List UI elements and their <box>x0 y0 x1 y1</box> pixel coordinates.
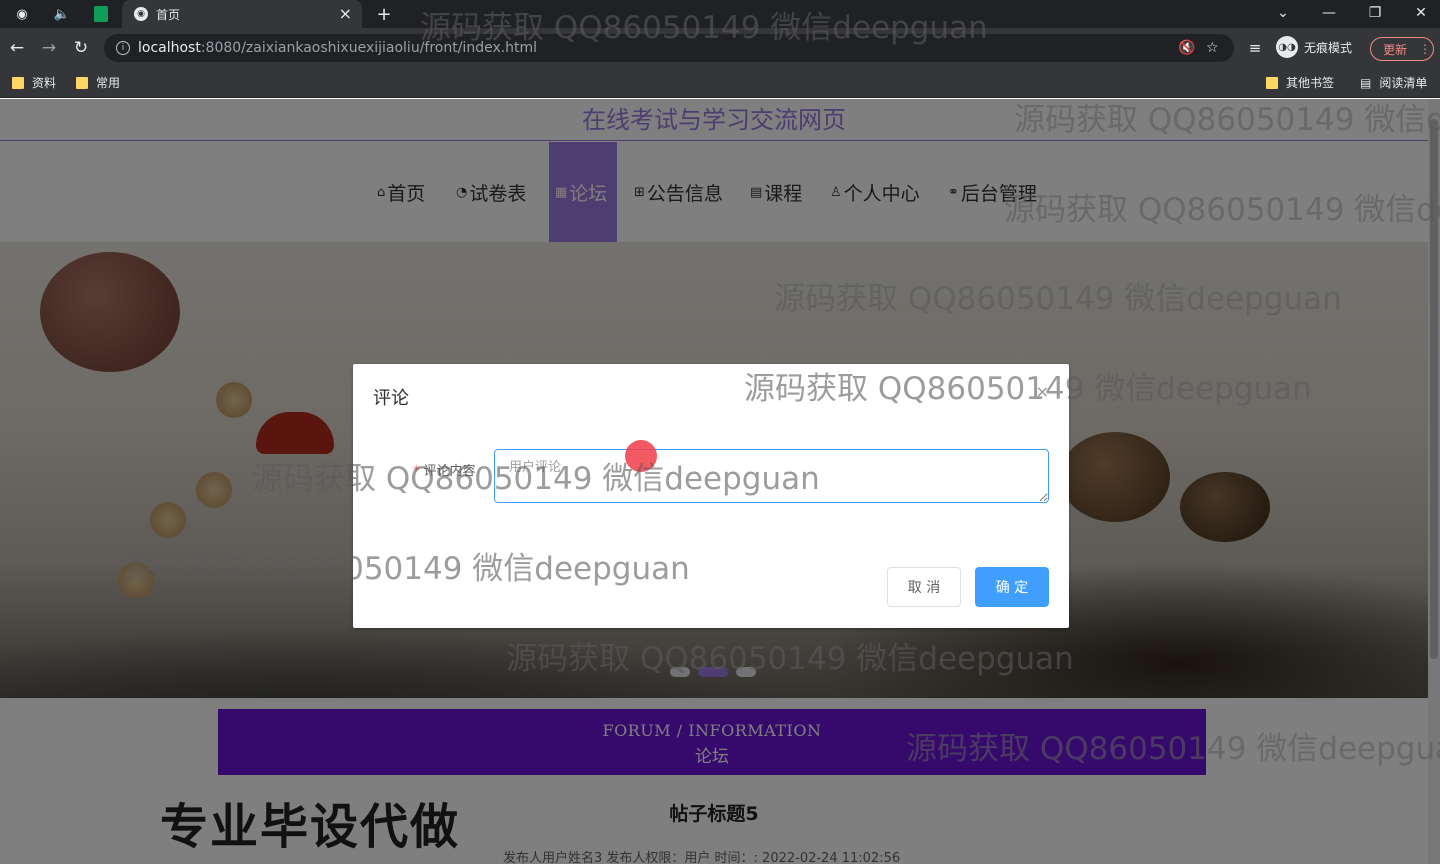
tab-search-icon[interactable]: ⌄ <box>1268 2 1298 24</box>
folder-icon <box>76 76 88 89</box>
mouse-cursor-indicator <box>625 440 657 472</box>
update-button[interactable]: 更新 ⋮ <box>1370 37 1434 61</box>
bookmark-label: 资料 <box>32 76 57 90</box>
browser-logo-icon[interactable]: ◉ <box>12 4 32 24</box>
active-tab[interactable]: ◉ 首页 × <box>122 0 362 28</box>
comment-dialog: 评论 × *评论内容 取 消 确 定 <box>353 364 1069 628</box>
url-host: localhost <box>138 40 201 56</box>
comment-textarea[interactable] <box>494 449 1049 503</box>
incognito-indicator: ◑◑ 无痕模式 <box>1276 36 1352 58</box>
bookmark-folder-ziliao[interactable]: 资料 <box>12 74 56 91</box>
mute-icon[interactable]: 🔈 <box>52 4 72 24</box>
comment-field-label-text: 评论内容 <box>423 464 476 479</box>
sheets-tab-icon[interactable] <box>94 6 108 22</box>
browser-toolbar: ← → ↻ i localhost :8080/zaixiankaoshixue… <box>0 28 1440 68</box>
back-icon[interactable]: ← <box>6 37 28 59</box>
media-control-icon[interactable]: ≡ <box>1244 37 1266 59</box>
comment-field-label: * 评论内容 <box>413 460 476 479</box>
restore-button[interactable]: ❐ <box>1360 2 1390 24</box>
confirm-button[interactable]: 确 定 <box>975 567 1049 607</box>
incognito-icon: ◑◑ <box>1276 36 1298 58</box>
forward-icon[interactable]: → <box>38 37 60 59</box>
bookmarks-bar: 资料 常用 其他书签 ▤ 阅读清单 <box>0 68 1440 98</box>
folder-icon <box>1266 76 1278 89</box>
close-window-button[interactable]: ✕ <box>1406 2 1436 24</box>
close-icon[interactable]: × <box>1036 382 1049 401</box>
tab-close-icon[interactable]: × <box>339 4 352 23</box>
tab-favicon-icon: ◉ <box>134 7 148 21</box>
bookmark-star-icon[interactable]: ☆ <box>1206 40 1219 56</box>
update-label: 更新 <box>1383 42 1408 57</box>
cancel-button[interactable]: 取 消 <box>887 567 961 607</box>
url-path: :8080/zaixiankaoshixuexijiaoliu/front/in… <box>200 40 538 56</box>
tab-title: 首页 <box>156 7 181 22</box>
bookmark-folder-changyong[interactable]: 常用 <box>76 74 120 91</box>
browser-tab-bar: ◉ 🔈 ◉ 首页 × + ⌄ — ❐ ✕ <box>0 0 1440 28</box>
required-marker: * <box>413 464 420 479</box>
address-bar[interactable]: i localhost :8080/zaixiankaoshixuexijiao… <box>104 34 1234 62</box>
reading-list-label: 阅读清单 <box>1379 76 1428 90</box>
minimize-button[interactable]: — <box>1314 2 1344 24</box>
menu-dots-icon[interactable]: ⋮ <box>1419 42 1431 56</box>
site-info-icon[interactable]: i <box>116 41 130 55</box>
blocked-sound-icon[interactable]: 🔇 <box>1178 40 1195 56</box>
other-bookmarks-label: 其他书签 <box>1286 76 1335 90</box>
other-bookmarks[interactable]: 其他书签 <box>1266 74 1334 91</box>
new-tab-button[interactable]: + <box>374 4 394 25</box>
bookmark-label: 常用 <box>96 76 121 90</box>
folder-icon <box>12 76 24 89</box>
incognito-label: 无痕模式 <box>1304 40 1353 55</box>
dialog-title: 评论 <box>373 388 409 409</box>
reload-icon[interactable]: ↻ <box>70 37 92 59</box>
reading-list[interactable]: ▤ 阅读清单 <box>1360 74 1427 91</box>
reading-list-icon: ▤ <box>1360 75 1372 90</box>
